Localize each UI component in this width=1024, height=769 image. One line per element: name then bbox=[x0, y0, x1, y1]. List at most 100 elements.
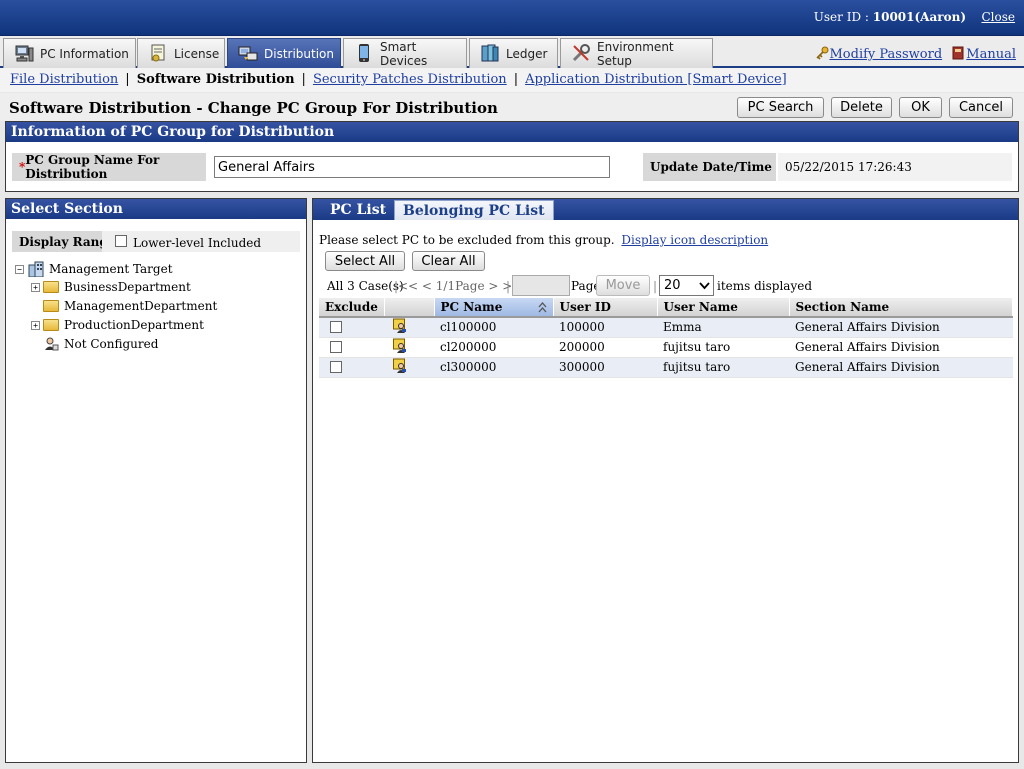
exclude-checkbox[interactable] bbox=[330, 321, 342, 334]
distribution-icon bbox=[238, 46, 258, 61]
items-per-page-select[interactable]: 20 bbox=[659, 275, 714, 296]
tab-label: Smart Devices bbox=[380, 39, 428, 68]
user-name-cell: Emma bbox=[657, 317, 789, 338]
column-user-id[interactable]: User ID bbox=[553, 298, 658, 318]
application-distribution-link[interactable]: Application Distribution [Smart Device] bbox=[525, 72, 787, 87]
file-distribution-link[interactable]: File Distribution bbox=[10, 72, 118, 87]
exclude-cell bbox=[319, 337, 384, 358]
select-section-panel: Select Section Display Range Lower-level… bbox=[5, 198, 307, 763]
icon-description-link[interactable]: Display icon description bbox=[621, 233, 768, 247]
pager-nav[interactable]: << < 1/1Page > >> bbox=[398, 279, 522, 293]
tab-pc-list[interactable]: PC List bbox=[322, 201, 394, 219]
sort-ascending-icon[interactable] bbox=[538, 302, 547, 313]
user-id-cell: 100000 bbox=[553, 317, 657, 338]
exclude-checkbox[interactable] bbox=[330, 341, 342, 353]
pc-name-cell: cl300000 bbox=[434, 357, 553, 378]
close-link[interactable]: Close bbox=[981, 10, 1015, 24]
user-id-value: 10001(Aaron) bbox=[872, 10, 966, 24]
items-per-page-value: 20 bbox=[664, 278, 681, 293]
tree-root[interactable]: − Management Target bbox=[15, 261, 173, 277]
tree-item-management[interactable]: ManagementDepartment bbox=[43, 299, 217, 313]
select-section-title: Select Section bbox=[6, 199, 306, 219]
page-title: Software Distribution - Change PC Group … bbox=[9, 99, 498, 117]
exclude-checkbox[interactable] bbox=[330, 361, 342, 373]
manual-link[interactable]: Manual bbox=[966, 47, 1016, 62]
tab-belonging-pc-list[interactable]: Belonging PC List bbox=[394, 200, 554, 220]
pc-icon-cell bbox=[384, 357, 434, 378]
section-name-cell: General Affairs Division bbox=[789, 337, 1013, 358]
key-icon bbox=[815, 46, 829, 60]
exclude-cell bbox=[319, 317, 384, 338]
tree-item-not-configured[interactable]: Not Configured bbox=[43, 337, 158, 351]
tree-item-label: ManagementDepartment bbox=[64, 299, 218, 313]
pc-user-icon bbox=[393, 318, 406, 334]
update-datetime-value: 05/22/2015 17:26:43 bbox=[778, 153, 1012, 181]
pc-search-button[interactable]: PC Search bbox=[737, 97, 824, 118]
tree-item-production[interactable]: + ProductionDepartment bbox=[31, 318, 204, 332]
group-info-panel: Information of PC Group for Distribution… bbox=[5, 121, 1019, 192]
main-tab-bar: PC Information License Distribution Smar… bbox=[0, 36, 1024, 68]
license-icon bbox=[151, 44, 165, 62]
separator: | bbox=[301, 72, 306, 87]
section-name-cell: General Affairs Division bbox=[789, 357, 1013, 378]
clear-all-button[interactable]: Clear All bbox=[412, 251, 485, 271]
pc-name-cell: cl100000 bbox=[434, 317, 553, 338]
tab-label: License bbox=[174, 46, 220, 61]
display-range-options: Lower-level Included bbox=[102, 231, 300, 252]
group-name-input[interactable] bbox=[214, 156, 610, 178]
sub-navigation: File Distribution | Software Distribution |… bbox=[0, 68, 1024, 92]
separator: | bbox=[125, 72, 130, 87]
table-row: cl200000 200000 fujitsu taro General Aff… bbox=[319, 337, 1013, 358]
ok-button[interactable]: OK bbox=[899, 97, 942, 118]
pager-separator: | bbox=[653, 279, 658, 293]
delete-button[interactable]: Delete bbox=[831, 97, 892, 118]
move-button[interactable]: Move bbox=[596, 275, 650, 296]
modify-password-link[interactable]: Modify Password bbox=[829, 47, 942, 62]
display-range-label: Display Range bbox=[19, 235, 116, 249]
group-name-label-text: PC Group Name For Distribution bbox=[25, 153, 160, 181]
tab-distribution[interactable]: Distribution bbox=[227, 38, 341, 68]
expand-icon[interactable]: + bbox=[31, 282, 40, 292]
column-pc-name-label: PC Name bbox=[440, 300, 503, 314]
folder-icon bbox=[43, 281, 59, 293]
column-section-name[interactable]: Section Name bbox=[789, 298, 1013, 318]
table-row: cl100000 100000 Emma General Affairs Div… bbox=[319, 317, 1013, 338]
top-bar: User ID : 10001(Aaron) Close bbox=[0, 0, 1024, 36]
smartphone-icon bbox=[359, 44, 369, 62]
case-count: All 3 Case(s) bbox=[327, 279, 404, 293]
instruction-row: Please select PC to be excluded from thi… bbox=[319, 233, 768, 247]
tab-ledger[interactable]: Ledger bbox=[469, 38, 558, 68]
tab-license[interactable]: License bbox=[137, 38, 225, 68]
user-info: User ID : 10001(Aaron) bbox=[814, 10, 966, 24]
select-all-button[interactable]: Select All bbox=[325, 251, 405, 271]
user-icon bbox=[45, 337, 59, 351]
table-row: cl300000 300000 fujitsu taro General Aff… bbox=[319, 357, 1013, 378]
user-name-cell: fujitsu taro bbox=[657, 357, 789, 378]
pc-user-icon bbox=[393, 338, 406, 353]
display-range-bar: Display Range Lower-level Included bbox=[12, 231, 300, 252]
tree-item-business[interactable]: + BusinessDepartment bbox=[31, 280, 191, 294]
lower-level-checkbox[interactable] bbox=[115, 235, 127, 247]
collapse-icon[interactable]: − bbox=[15, 264, 24, 274]
tab-pc-information[interactable]: PC Information bbox=[3, 38, 136, 68]
column-pc-name[interactable]: PC Name bbox=[434, 298, 554, 318]
tab-environment-setup[interactable]: Environment Setup bbox=[560, 38, 713, 68]
tab-label: PC Information bbox=[40, 46, 129, 61]
column-exclude[interactable]: Exclude bbox=[319, 298, 385, 318]
tab-smart-devices[interactable]: Smart Devices bbox=[343, 38, 467, 68]
user-id-cell: 300000 bbox=[553, 357, 657, 378]
section-name-cell: General Affairs Division bbox=[789, 317, 1013, 338]
expand-icon[interactable]: + bbox=[31, 320, 40, 330]
security-patches-link[interactable]: Security Patches Distribution bbox=[313, 72, 507, 87]
software-distribution-current: Software Distribution bbox=[136, 72, 295, 87]
cancel-button[interactable]: Cancel bbox=[949, 97, 1013, 118]
header-links: Modify Password Manual bbox=[815, 46, 1016, 62]
folder-icon bbox=[43, 319, 59, 331]
pc-name-cell: cl200000 bbox=[434, 337, 553, 358]
building-icon bbox=[28, 261, 44, 277]
page-number-input[interactable] bbox=[512, 275, 570, 296]
tree-item-label: ProductionDepartment bbox=[64, 318, 204, 332]
manual-icon bbox=[952, 46, 966, 60]
group-info-title: Information of PC Group for Distribution bbox=[6, 122, 1018, 142]
column-user-name[interactable]: User Name bbox=[657, 298, 790, 318]
